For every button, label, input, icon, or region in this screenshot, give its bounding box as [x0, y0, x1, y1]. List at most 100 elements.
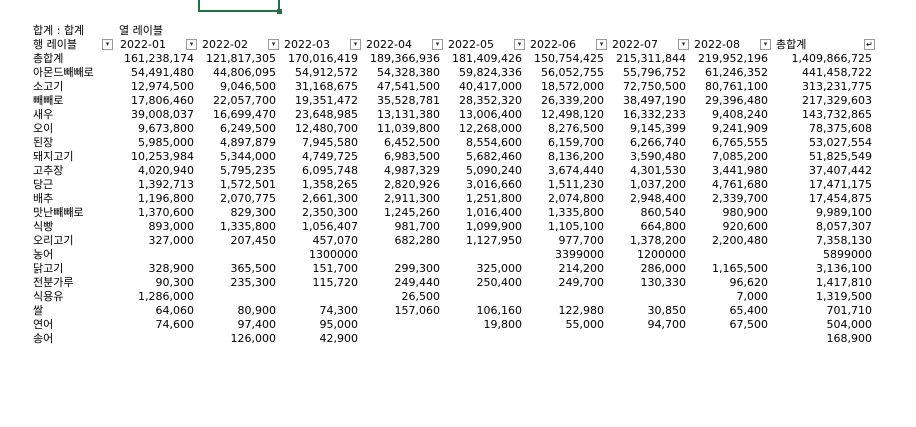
row-total-cell[interactable]: 53,027,554 [771, 136, 875, 150]
value-cell[interactable]: 54,491,480 [115, 66, 197, 80]
row-total-cell[interactable]: 37,407,442 [771, 164, 875, 178]
value-cell[interactable]: 1,037,200 [607, 178, 689, 192]
row-total-cell[interactable]: 217,329,603 [771, 94, 875, 108]
value-cell[interactable]: 31,168,675 [279, 80, 361, 94]
value-cell[interactable]: 682,280 [361, 234, 443, 248]
value-cell[interactable]: 189,366,936 [361, 52, 443, 66]
row-label[interactable]: 송어 [33, 332, 115, 346]
value-cell[interactable]: 1,016,400 [443, 206, 525, 220]
value-cell[interactable]: 40,417,000 [443, 80, 525, 94]
value-cell[interactable]: 56,052,755 [525, 66, 607, 80]
column-header-2022-06[interactable]: 2022-06 ▾ [525, 38, 607, 52]
value-cell[interactable]: 8,136,200 [525, 150, 607, 164]
value-cell[interactable]: 65,400 [689, 304, 771, 318]
value-cell[interactable]: 18,572,000 [525, 80, 607, 94]
value-cell[interactable]: 23,648,985 [279, 108, 361, 122]
value-cell[interactable]: 38,497,190 [607, 94, 689, 108]
value-cell[interactable]: 35,528,781 [361, 94, 443, 108]
value-cell[interactable]: 1,370,600 [115, 206, 197, 220]
value-cell[interactable]: 19,351,472 [279, 94, 361, 108]
value-cell[interactable] [689, 248, 771, 262]
value-cell[interactable]: 5,795,235 [197, 164, 279, 178]
value-cell[interactable]: 151,700 [279, 262, 361, 276]
value-cell[interactable]: 1300000 [279, 248, 361, 262]
value-cell[interactable]: 9,673,800 [115, 122, 197, 136]
row-label[interactable]: 식빵 [33, 220, 115, 234]
value-cell[interactable]: 122,980 [525, 304, 607, 318]
value-cell[interactable]: 96,620 [689, 276, 771, 290]
value-cell[interactable]: 2,350,300 [279, 206, 361, 220]
row-label[interactable]: 아몬드빼빼로 [33, 66, 115, 80]
value-cell[interactable]: 6,983,500 [361, 150, 443, 164]
value-cell[interactable] [443, 332, 525, 346]
value-cell[interactable]: 64,060 [115, 304, 197, 318]
value-cell[interactable]: 13,131,380 [361, 108, 443, 122]
value-cell[interactable]: 6,765,555 [689, 136, 771, 150]
value-cell[interactable]: 3,016,660 [443, 178, 525, 192]
value-cell[interactable]: 829,300 [197, 206, 279, 220]
row-label[interactable]: 쌀 [33, 304, 115, 318]
value-cell[interactable]: 12,498,120 [525, 108, 607, 122]
value-cell[interactable]: 115,720 [279, 276, 361, 290]
value-cell[interactable]: 55,000 [525, 318, 607, 332]
value-cell[interactable]: 9,046,500 [197, 80, 279, 94]
value-cell[interactable] [361, 248, 443, 262]
value-cell[interactable]: 44,806,095 [197, 66, 279, 80]
value-cell[interactable]: 95,000 [279, 318, 361, 332]
value-cell[interactable]: 94,700 [607, 318, 689, 332]
row-total-cell[interactable]: 51,825,549 [771, 150, 875, 164]
value-cell[interactable]: 5,985,000 [115, 136, 197, 150]
value-cell[interactable] [525, 290, 607, 304]
value-cell[interactable]: 80,761,100 [689, 80, 771, 94]
value-cell[interactable]: 42,900 [279, 332, 361, 346]
value-cell[interactable]: 2,074,800 [525, 192, 607, 206]
selected-cell[interactable] [198, 0, 280, 12]
column-filter-dropdown-icon[interactable]: ▾ [596, 39, 607, 50]
value-cell[interactable]: 893,000 [115, 220, 197, 234]
row-label[interactable]: 된장 [33, 136, 115, 150]
value-cell[interactable] [689, 332, 771, 346]
row-total-cell[interactable]: 1,417,810 [771, 276, 875, 290]
value-cell[interactable] [361, 318, 443, 332]
value-cell[interactable]: 106,160 [443, 304, 525, 318]
value-cell[interactable]: 219,952,196 [689, 52, 771, 66]
row-label[interactable]: 연어 [33, 318, 115, 332]
row-total-cell[interactable]: 1,409,866,725 [771, 52, 875, 66]
value-cell[interactable] [115, 248, 197, 262]
value-cell[interactable]: 325,000 [443, 262, 525, 276]
value-cell[interactable]: 1,572,501 [197, 178, 279, 192]
row-label[interactable]: 전분가루 [33, 276, 115, 290]
row-total-cell[interactable]: 168,900 [771, 332, 875, 346]
value-cell[interactable]: 26,339,200 [525, 94, 607, 108]
value-cell[interactable]: 1200000 [607, 248, 689, 262]
column-filter-dropdown-icon[interactable]: ▾ [268, 39, 279, 50]
value-cell[interactable]: 9,241,909 [689, 122, 771, 136]
value-cell[interactable]: 4,020,940 [115, 164, 197, 178]
value-cell[interactable]: 664,800 [607, 220, 689, 234]
value-cell[interactable]: 249,440 [361, 276, 443, 290]
field-list-button-icon[interactable]: ↵ [864, 39, 875, 50]
value-cell[interactable]: 12,268,000 [443, 122, 525, 136]
row-label[interactable]: 농어 [33, 248, 115, 262]
value-cell[interactable]: 10,253,984 [115, 150, 197, 164]
grand-total-header[interactable]: 총합계 ↵ [771, 38, 875, 52]
column-filter-dropdown-icon[interactable]: ▾ [186, 39, 197, 50]
value-cell[interactable]: 2,070,775 [197, 192, 279, 206]
value-cell[interactable]: 13,006,400 [443, 108, 525, 122]
value-cell[interactable]: 1,165,500 [689, 262, 771, 276]
row-total-cell[interactable]: 313,231,775 [771, 80, 875, 94]
value-cell[interactable]: 7,000 [689, 290, 771, 304]
row-label[interactable]: 빼빼로 [33, 94, 115, 108]
value-cell[interactable] [607, 290, 689, 304]
column-filter-dropdown-icon[interactable]: ▾ [514, 39, 525, 50]
value-cell[interactable]: 4,897,879 [197, 136, 279, 150]
column-header-2022-07[interactable]: 2022-07 ▾ [607, 38, 689, 52]
value-cell[interactable]: 7,945,580 [279, 136, 361, 150]
value-cell[interactable]: 7,085,200 [689, 150, 771, 164]
value-cell[interactable]: 235,300 [197, 276, 279, 290]
value-cell[interactable]: 2,339,700 [689, 192, 771, 206]
value-cell[interactable]: 8,554,600 [443, 136, 525, 150]
row-label[interactable]: 닭고기 [33, 262, 115, 276]
value-cell[interactable] [443, 248, 525, 262]
column-header-2022-04[interactable]: 2022-04 ▾ [361, 38, 443, 52]
